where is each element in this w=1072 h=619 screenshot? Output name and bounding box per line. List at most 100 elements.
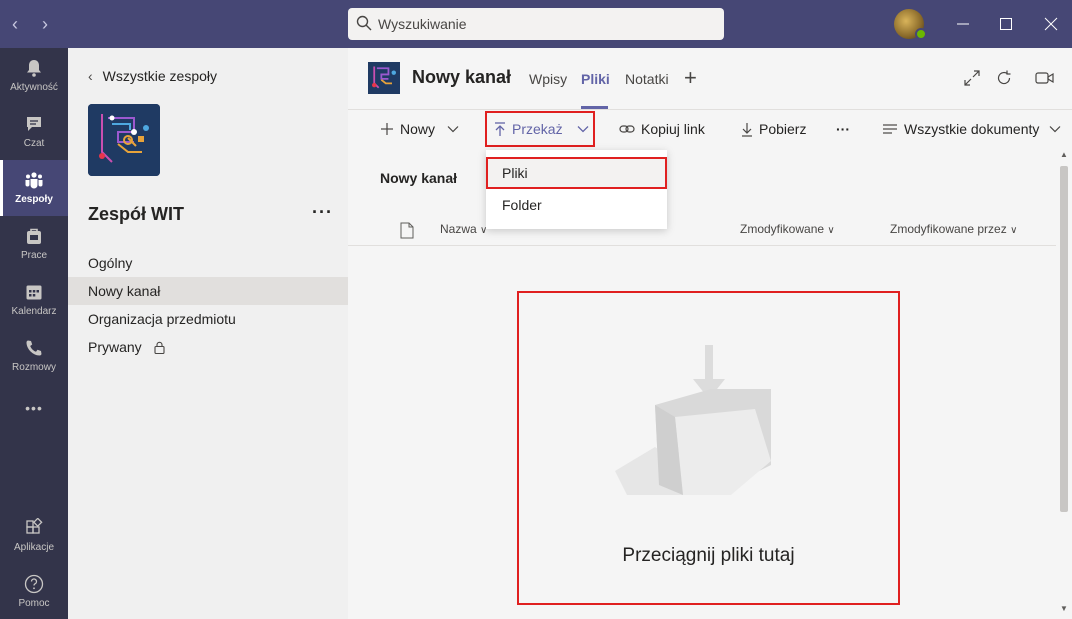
channel-item-private[interactable]: Prywany [68,333,348,361]
chevron-left-icon: ‹ [88,68,93,84]
column-modified-label: Zmodyfikowane [740,222,825,236]
search-bar[interactable]: Wyszukiwanie [348,8,724,40]
rail-item-activity[interactable]: Aktywność [0,48,68,104]
rail-item-help[interactable]: Pomoc [0,564,68,619]
files-toolbar: Nowy Przekaż Kopiuj link Pobierz ··· Wsz… [348,110,1072,150]
channel-label: Organizacja przedmiotu [88,311,236,327]
chat-icon [27,117,41,131]
column-header-modified-by[interactable]: Zmodyfikowane przez ∨ [890,222,1017,236]
link-icon [619,125,635,133]
rail-label: Kalendarz [11,306,57,317]
copy-link-label: Kopiuj link [641,121,705,137]
more-icon: ••• [25,400,43,416]
app-bar: Aktywność Czat Zespoły Prace Kalendarz R… [0,48,68,619]
channel-header: Nowy kanał Wpisy Pliki Notatki + [348,48,1072,110]
rail-label: Prace [20,250,48,261]
view-selector-label: Wszystkie dokumenty [904,121,1040,137]
all-teams-link[interactable]: ‹ Wszystkie zespoły [88,68,217,84]
new-button-label: Nowy [400,121,436,137]
rail-label: Rozmowy [12,362,56,373]
assignments-icon [27,228,41,244]
rail-item-assignments[interactable]: Prace [0,216,68,272]
rail-more-button[interactable]: ••• [0,392,68,432]
circuit-logo-icon [88,104,160,176]
chevron-down-icon: ∨ [827,225,835,236]
rail-label: Czat [23,138,45,149]
copy-link-button[interactable]: Kopiuj link [619,121,705,137]
rail-label: Aplikacje [13,542,55,553]
teams-icon [25,172,43,189]
tab-posts[interactable]: Wpisy [529,71,567,87]
chevron-down-icon [1049,126,1061,133]
menu-item-label: Folder [502,197,542,213]
download-label: Pobierz [759,121,807,137]
expand-icon[interactable] [962,68,982,88]
column-header-modified[interactable]: Zmodyfikowane ∨ [740,222,835,236]
forward-arrow-icon[interactable]: › [42,14,48,34]
column-modified-by-label: Zmodyfikowane przez [890,222,1007,236]
rail-label: Aktywność [10,82,58,93]
breadcrumb[interactable]: Nowy kanał [380,170,457,186]
menu-item-label: Pliki [502,165,528,181]
view-selector[interactable]: Wszystkie dokumenty [882,121,1061,137]
chevron-down-icon: ∨ [1010,225,1018,236]
file-type-icon [400,222,414,239]
team-more-options-icon[interactable]: ··· [312,202,333,223]
channel-logo [368,62,400,94]
rail-item-apps[interactable]: Aplikacje [0,508,68,564]
circuit-logo-icon [368,62,400,94]
tab-files[interactable]: Pliki [581,71,610,87]
lock-icon [154,341,165,354]
tab-notes[interactable]: Notatki [625,71,669,87]
apps-icon [26,518,43,534]
column-header-name[interactable]: Nazwa ∨ [440,222,487,236]
minimize-icon[interactable] [951,12,975,36]
rail-item-calendar[interactable]: Kalendarz [0,272,68,328]
drop-zone-text: Przeciągnij pliki tutaj [622,545,795,566]
rail-label: Pomoc [18,598,50,609]
download-button[interactable]: Pobierz [741,121,806,137]
channel-label: Nowy kanał [88,283,161,299]
add-tab-icon[interactable]: + [684,65,697,91]
column-name-label: Nazwa [440,222,477,236]
channel-item-new-channel[interactable]: Nowy kanał [68,277,348,305]
main-content: Nowy kanał Wpisy Pliki Notatki + Nowy Pr… [348,48,1072,619]
download-icon [742,122,752,137]
search-icon [356,15,372,31]
channel-item-course-organization[interactable]: Organizacja przedmiotu [68,305,348,333]
file-list-header: Nazwa ∨ Zmodyfikowane ∨ Zmodyfikowane pr… [348,214,1056,246]
scroll-down-icon[interactable]: ▼ [1060,604,1068,613]
channel-title: Nowy kanał [412,67,512,87]
upload-highlight-box [485,111,595,147]
phone-icon [26,340,42,356]
drop-zone[interactable]: Przeciągnij pliki tutaj [517,291,900,605]
channel-label: Ogólny [88,255,133,271]
teams-panel: ‹ Wszystkie zespoły Zespół WIT ··· Ogólny… [68,48,348,619]
back-arrow-icon[interactable]: ‹ [12,14,18,34]
upload-folder-menu-item[interactable]: Folder [486,189,667,221]
folder-drop-icon [615,345,771,495]
team-name: Zespół WIT [88,204,184,224]
chevron-down-icon [447,126,459,133]
vertical-scrollbar[interactable]: ▲ ▼ [1056,148,1072,619]
calendar-icon [26,285,42,300]
rail-item-calls[interactable]: Rozmowy [0,328,68,384]
rail-item-chat[interactable]: Czat [0,104,68,160]
maximize-icon[interactable] [994,12,1018,36]
all-teams-label: Wszystkie zespoły [102,68,218,84]
scroll-up-icon[interactable]: ▲ [1060,150,1068,159]
rail-item-teams[interactable]: Zespoły [0,160,68,216]
new-button[interactable]: Nowy [380,121,459,137]
refresh-icon[interactable] [994,68,1014,88]
title-bar: ‹ › Wyszukiwanie [0,0,1072,48]
close-icon[interactable] [1039,12,1063,36]
upload-menu: Pliki Folder [486,150,667,229]
more-actions-icon[interactable]: ··· [836,121,850,137]
scrollbar-thumb[interactable] [1060,166,1068,512]
help-icon [24,574,44,594]
upload-files-menu-item[interactable]: Pliki [486,157,667,189]
channel-item-general[interactable]: Ogólny [68,249,348,277]
active-tab-indicator [581,106,608,109]
search-placeholder: Wyszukiwanie [378,16,467,32]
meet-now-icon[interactable] [1034,68,1056,88]
